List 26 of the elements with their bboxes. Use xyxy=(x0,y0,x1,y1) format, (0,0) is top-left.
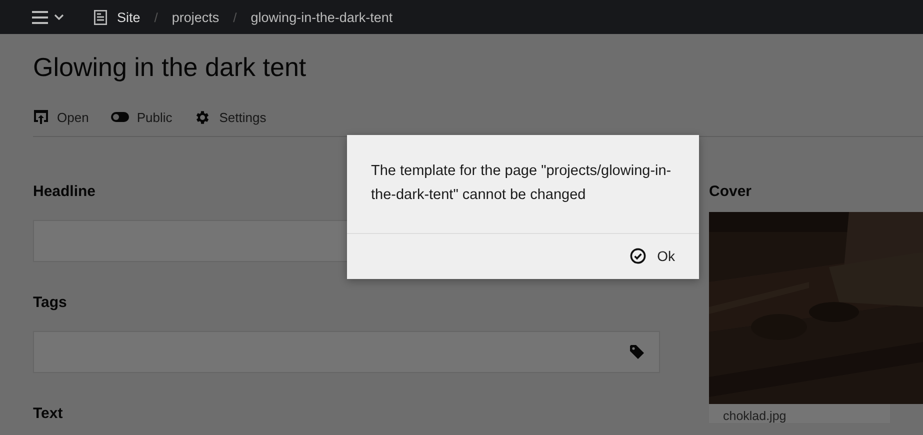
breadcrumb-separator: / xyxy=(233,10,237,24)
field-label: Headline xyxy=(33,183,96,202)
chevron-down-icon xyxy=(54,14,64,20)
breadcrumb-separator: / xyxy=(154,10,158,24)
breadcrumb-link[interactable]: glowing-in-the-dark-tent xyxy=(250,10,393,24)
visibility-button[interactable]: Public xyxy=(110,110,172,124)
upload-window-icon xyxy=(33,109,49,125)
tags-field[interactable] xyxy=(33,331,660,373)
open-button[interactable]: Open xyxy=(33,109,89,125)
page-title: Glowing in the dark tent xyxy=(33,52,308,84)
field-label: Tags xyxy=(33,294,67,313)
toggle-icon xyxy=(110,112,129,122)
field-label: Text xyxy=(33,405,63,424)
menu-button[interactable] xyxy=(32,10,64,24)
settings-button[interactable]: Settings xyxy=(194,108,266,126)
dialog-message: The template for the page "projects/glowing-in-the-dark-tent" cannot be changed xyxy=(347,135,699,234)
check-circle-icon xyxy=(630,248,646,264)
ok-button[interactable]: Ok xyxy=(630,248,675,264)
breadcrumb-link[interactable]: Site xyxy=(117,10,140,24)
breadcrumb-link[interactable]: projects xyxy=(172,10,220,24)
settings-icon xyxy=(194,108,212,126)
menu-icon xyxy=(32,10,48,24)
tag-icon xyxy=(629,344,645,360)
field-label: Cover xyxy=(709,183,752,202)
cover-filename: choklad.jpg xyxy=(709,404,890,423)
page-icon xyxy=(94,10,107,24)
